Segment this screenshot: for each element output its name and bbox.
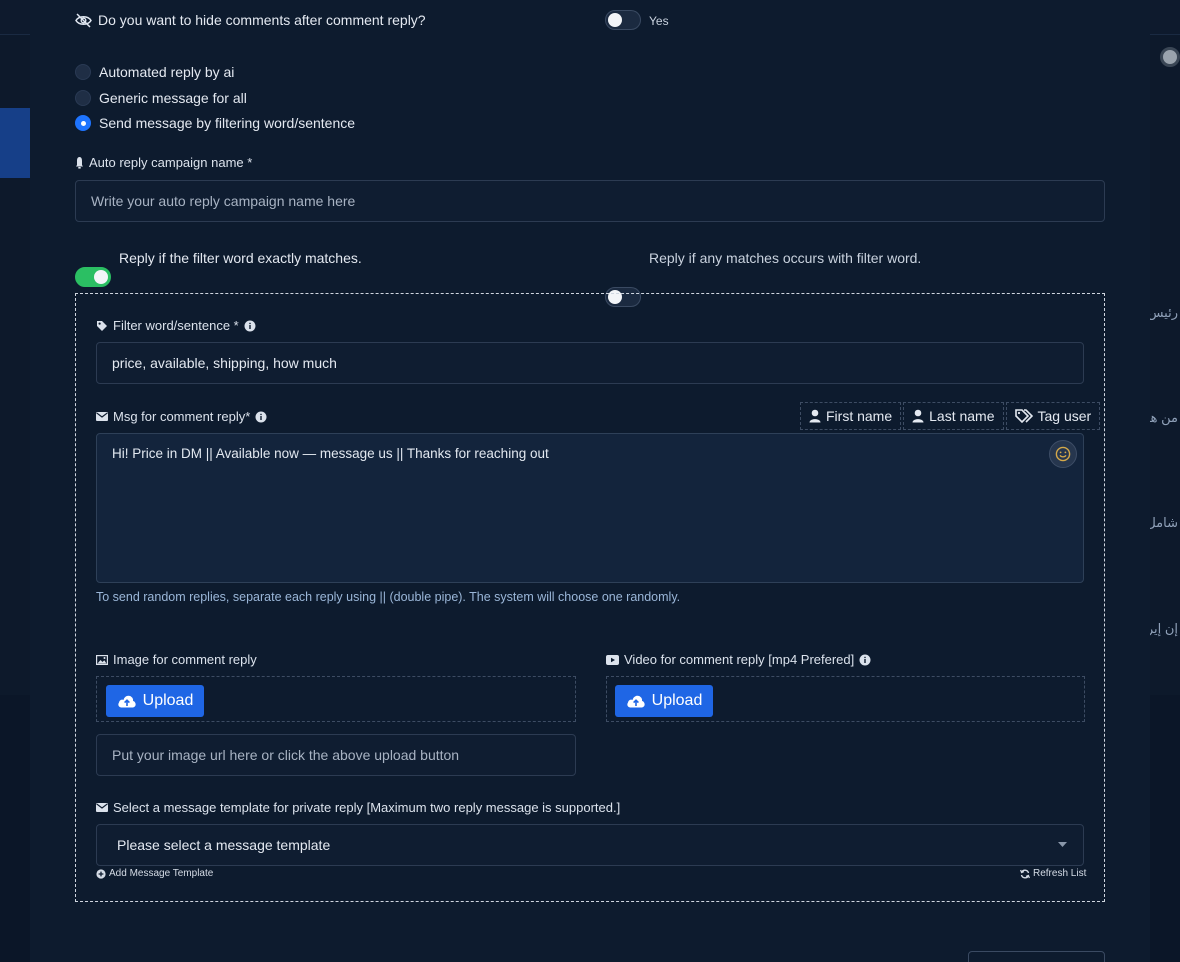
filter-word-label-row: Filter word/sentence *	[96, 318, 256, 333]
filter-word-label: Filter word/sentence *	[113, 318, 239, 333]
video-upload-dropzone[interactable]: Upload	[606, 676, 1085, 722]
comment-reply-textarea[interactable]: Hi! Price in DM || Available now — messa…	[96, 433, 1084, 583]
refresh-list-link[interactable]: Refresh List	[1020, 868, 1086, 879]
reply-mode-option[interactable]: Automated reply by ai	[75, 64, 234, 80]
envelope-icon	[96, 412, 108, 421]
first-name-tag-label: First name	[826, 408, 893, 424]
reply-mode-label: Send message by filtering word/sentence	[99, 115, 356, 131]
user-icon	[809, 409, 821, 423]
hide-comments-label: Do you want to hide comments after comme…	[98, 12, 426, 28]
hide-comments-row: Do you want to hide comments after comme…	[75, 12, 426, 28]
info-icon[interactable]	[244, 320, 256, 332]
reply-mode-radio[interactable]	[75, 90, 91, 106]
tag-user-button[interactable]: Tag user	[1005, 402, 1101, 430]
personalization-tags: First name Last name Tag user	[800, 402, 1101, 430]
first-name-tag-button[interactable]: First name	[800, 402, 902, 430]
comment-reply-text: Hi! Price in DM || Available now — messa…	[112, 446, 549, 461]
campaign-name-label-row: Auto reply campaign name *	[75, 155, 252, 170]
comment-reply-label-row: Msg for comment reply*	[96, 409, 267, 424]
reply-mode-radio[interactable]	[75, 64, 91, 80]
reply-mode-label: Automated reply by ai	[99, 64, 235, 80]
video-upload-label: Video for comment reply [mp4 Prefered]	[624, 652, 855, 667]
filter-reply-box: Filter word/sentence * price, available,…	[75, 293, 1105, 902]
refresh-list-label: Refresh List	[1033, 868, 1087, 879]
background-toggle-knob	[1160, 47, 1180, 67]
youtube-icon	[606, 654, 619, 665]
info-icon[interactable]	[255, 411, 267, 423]
eye-slash-icon	[75, 12, 92, 28]
last-name-tag-label: Last name	[929, 408, 995, 424]
background-list-item: إن إير	[1146, 621, 1178, 636]
bell-icon	[75, 156, 84, 169]
image-upload-label-row: Image for comment reply	[96, 652, 257, 667]
image-upload-button[interactable]: Upload	[106, 685, 204, 717]
reply-mode-radio-selected[interactable]	[75, 115, 91, 131]
reply-mode-option[interactable]: Generic message for all	[75, 90, 247, 106]
campaign-name-input[interactable]: Write your auto reply campaign name here	[75, 180, 1105, 222]
tags-icon	[1014, 409, 1033, 423]
image-upload-button-label: Upload	[142, 692, 194, 709]
template-select[interactable]: Please select a message template	[96, 824, 1084, 866]
background-list-item: شامل	[1146, 515, 1178, 530]
add-template-link[interactable]: Add Message Template	[96, 868, 213, 879]
any-match-label: Reply if any matches occurs with filter …	[649, 250, 922, 266]
image-icon	[96, 654, 108, 665]
video-upload-button[interactable]: Upload	[615, 685, 713, 717]
exact-match-label: Reply if the filter word exactly matches…	[119, 250, 362, 266]
footer-button[interactable]	[968, 951, 1105, 962]
exact-match-toggle[interactable]	[75, 267, 111, 287]
campaign-name-label: Auto reply campaign name *	[89, 155, 253, 170]
image-url-input[interactable]: Put your image url here or click the abo…	[96, 734, 576, 776]
filter-word-input[interactable]: price, available, shipping, how much	[96, 342, 1084, 384]
image-upload-dropzone[interactable]: Upload	[96, 676, 576, 722]
image-upload-label: Image for comment reply	[113, 652, 257, 667]
last-name-tag-button[interactable]: Last name	[903, 402, 1004, 430]
plus-circle-icon	[96, 868, 106, 879]
caret-down-icon	[1058, 842, 1067, 848]
template-label: Select a message template for private re…	[113, 800, 621, 815]
reply-mode-option[interactable]: Send message by filtering word/sentence	[75, 115, 355, 131]
template-select-value: Please select a message template	[117, 837, 331, 853]
tag-user-label: Tag user	[1037, 408, 1092, 424]
user-icon	[912, 409, 924, 423]
info-icon[interactable]	[859, 654, 871, 666]
background-list-item: رئيس	[1147, 305, 1178, 320]
template-label-row: Select a message template for private re…	[96, 800, 620, 815]
refresh-icon	[1020, 868, 1030, 879]
tag-icon	[96, 320, 108, 332]
add-template-label: Add Message Template	[109, 868, 214, 879]
cloud-upload-icon	[117, 694, 137, 708]
envelope-icon	[96, 803, 108, 812]
double-pipe-hint: To send random replies, separate each re…	[96, 590, 681, 604]
smile-icon	[1055, 446, 1071, 462]
comment-reply-label: Msg for comment reply*	[113, 409, 251, 424]
reply-mode-label: Generic message for all	[99, 90, 247, 106]
auto-reply-modal: Do you want to hide comments after comme…	[30, 0, 1150, 962]
cloud-upload-icon	[626, 694, 646, 708]
video-upload-button-label: Upload	[651, 692, 703, 709]
video-upload-label-row: Video for comment reply [mp4 Prefered]	[606, 652, 871, 667]
background-sidebar-active-item	[0, 108, 30, 178]
emoji-picker-button[interactable]	[1049, 440, 1077, 468]
hide-comments-toggle[interactable]	[605, 10, 641, 30]
hide-comments-toggle-label: Yes	[649, 14, 669, 28]
background-right-panel: رئيس من هو شامل إن إير	[1144, 35, 1180, 695]
